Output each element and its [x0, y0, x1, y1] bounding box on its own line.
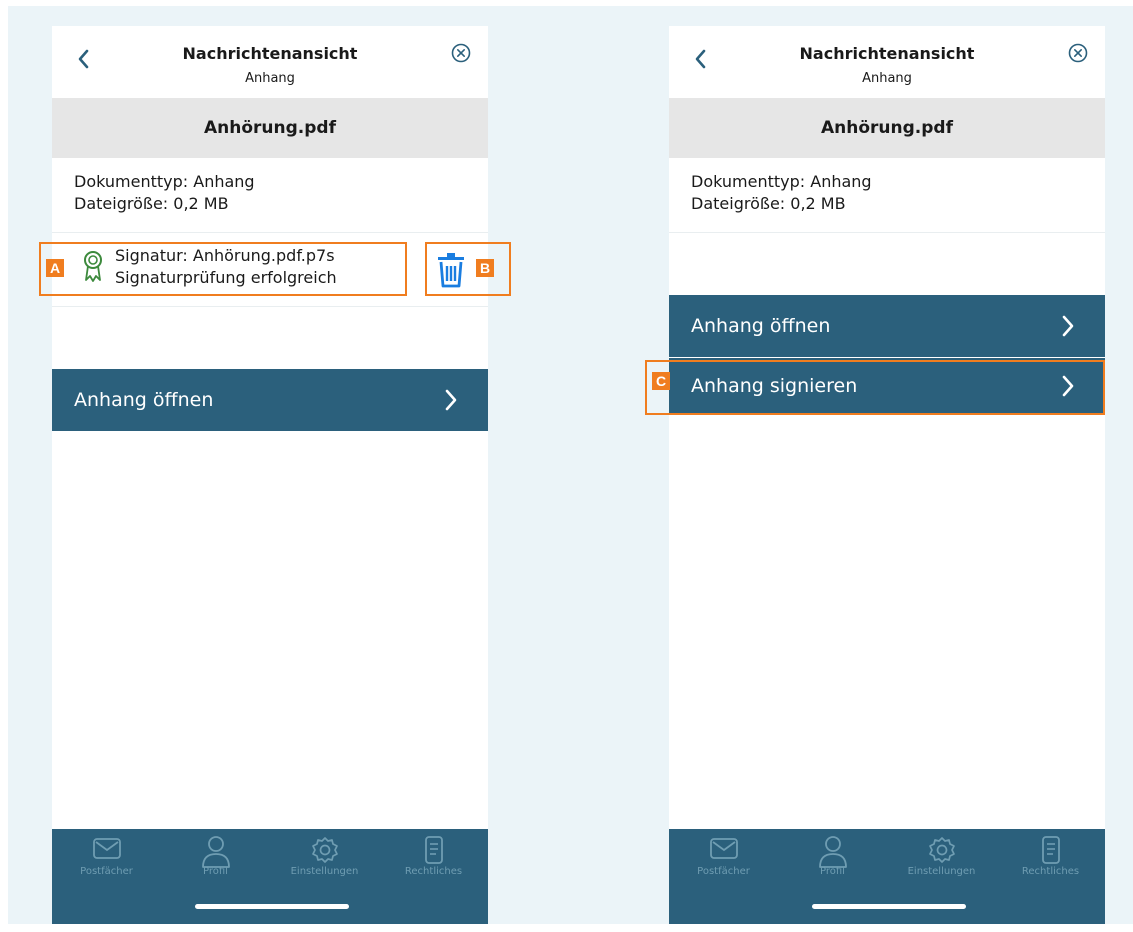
tab-label: Postfächer [80, 866, 133, 877]
attachment-meta: Dokumenttyp: Anhang Dateigröße: 0,2 MB [74, 171, 255, 215]
page-subtitle: Anhang [245, 71, 295, 86]
tab-postfaecher[interactable]: Postfächer [52, 835, 161, 891]
close-icon[interactable] [1067, 42, 1089, 64]
sign-attachment-label: Anhang signieren [691, 375, 858, 397]
mail-icon [92, 838, 121, 859]
signature-status: Signaturprüfung erfolgreich [115, 268, 337, 287]
attachment-meta: Dokumenttyp: Anhang Dateigröße: 0,2 MB [691, 171, 872, 215]
tab-label: Rechtliches [1021, 866, 1080, 877]
tab-profil[interactable]: Profil [778, 835, 887, 891]
phone-screen-right: Nachrichtenansicht Anhang Anhörung.pdf D… [669, 26, 1105, 924]
tab-label: Postfächer [697, 866, 750, 877]
home-indicator [195, 904, 349, 909]
open-attachment-label: Anhang öffnen [74, 389, 214, 411]
filename-bar: Anhörung.pdf [669, 98, 1105, 158]
profile-icon [201, 836, 230, 868]
chevron-right-icon [1062, 315, 1074, 337]
tab-label: Einstellungen [907, 866, 976, 877]
document-type: Dokumenttyp: Anhang [74, 172, 255, 191]
divider [52, 306, 488, 307]
chevron-right-icon [1062, 375, 1074, 397]
divider [52, 232, 488, 233]
document-type: Dokumenttyp: Anhang [691, 172, 872, 191]
tab-rechtliches[interactable]: Rechtliches [379, 835, 488, 891]
signature-name: Signatur: Anhörung.pdf.p7s [115, 246, 335, 265]
file-size: Dateigröße: 0,2 MB [74, 194, 229, 213]
divider [669, 232, 1105, 233]
chevron-right-icon [445, 389, 457, 411]
tab-profil[interactable]: Profil [161, 835, 270, 891]
tab-label: Rechtliches [404, 866, 463, 877]
open-attachment-button[interactable]: Anhang öffnen [52, 369, 488, 431]
open-attachment-button[interactable]: Anhang öffnen [669, 295, 1105, 357]
page-title: Nachrichtenansicht [182, 44, 358, 63]
tab-bar: Postfächer Profil Einstellungen Rechtlic… [52, 829, 488, 924]
callout-label-b: B [476, 259, 494, 277]
gear-icon [928, 837, 955, 863]
phone-screen-left: Nachrichtenansicht Anhang Anhörung.pdf D… [52, 26, 488, 924]
document-icon [424, 836, 443, 864]
tab-einstellungen[interactable]: Einstellungen [270, 835, 379, 891]
tab-rechtliches[interactable]: Rechtliches [996, 835, 1105, 891]
tab-label: Einstellungen [290, 866, 359, 877]
page-title: Nachrichtenansicht [799, 44, 975, 63]
trash-icon[interactable] [436, 252, 466, 288]
file-size: Dateigröße: 0,2 MB [691, 194, 846, 213]
award-badge-icon [84, 251, 102, 282]
callout-label-c: C [652, 372, 670, 390]
gear-icon [311, 837, 338, 863]
header: Nachrichtenansicht Anhang [52, 26, 488, 98]
tab-bar: Postfächer Profil Einstellungen Rechtlic… [669, 829, 1105, 924]
callout-label-a: A [46, 259, 64, 277]
document-icon [1041, 836, 1060, 864]
home-indicator [812, 904, 966, 909]
tab-postfaecher[interactable]: Postfächer [669, 835, 778, 891]
mail-icon [709, 838, 738, 859]
profile-icon [818, 836, 847, 868]
open-attachment-label: Anhang öffnen [691, 315, 831, 337]
tab-label: Profil [203, 866, 228, 877]
page-subtitle: Anhang [862, 71, 912, 86]
filename-bar: Anhörung.pdf [52, 98, 488, 158]
signature-info: Signatur: Anhörung.pdf.p7s Signaturprüfu… [115, 245, 337, 289]
tab-label: Profil [820, 866, 845, 877]
close-icon[interactable] [450, 42, 472, 64]
header: Nachrichtenansicht Anhang [669, 26, 1105, 98]
sign-attachment-button[interactable]: Anhang signieren [669, 358, 1105, 414]
tab-einstellungen[interactable]: Einstellungen [887, 835, 996, 891]
